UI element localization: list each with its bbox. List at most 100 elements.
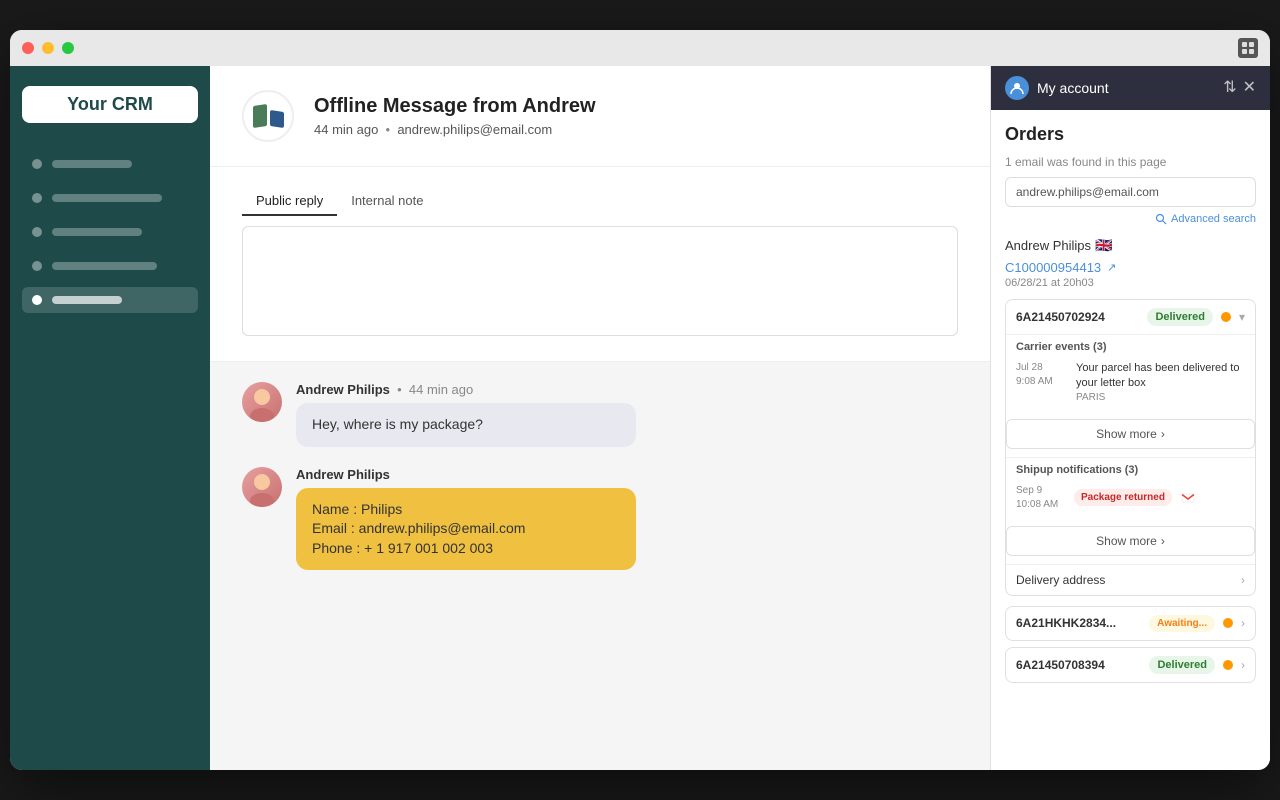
- message-row-1: Andrew Philips • 44 min ago Hey, where i…: [242, 382, 958, 447]
- sidebar-item-1[interactable]: [22, 151, 198, 177]
- status-dot-3: [1223, 660, 1233, 670]
- message-title: Offline Message from Andrew: [314, 95, 596, 118]
- carrier-events-section: Carrier events (3) Jul 28 9:08 AM Your p…: [1006, 334, 1255, 413]
- info-phone: Phone : + 1 917 001 002 003: [312, 539, 620, 559]
- shipup-event-1: Sep 9 10:08 AM Package returned: [1016, 484, 1245, 512]
- carrier-event-info: Your parcel has been delivered to your l…: [1076, 361, 1245, 403]
- sender-line-1: Andrew Philips • 44 min ago: [296, 382, 958, 397]
- carrier-event-location: PARIS: [1076, 392, 1245, 403]
- sidebar-item-5[interactable]: [22, 287, 198, 313]
- message-header-info: Offline Message from Andrew 44 min ago •…: [314, 95, 596, 137]
- panel-sort-button[interactable]: ⇅: [1223, 80, 1236, 96]
- sidebar-dot-2: [32, 193, 42, 203]
- order-ref-row: C100000954413 ↗: [1005, 260, 1256, 275]
- chevron-right-icon-2: ›: [1241, 616, 1245, 630]
- chevron-right-icon-shipup: ›: [1161, 534, 1165, 548]
- chevron-down-icon-1: ▾: [1239, 310, 1245, 324]
- sidebar-label-3: [52, 228, 142, 236]
- email-search-input[interactable]: [1005, 177, 1256, 207]
- panel-body: Orders 1 email was found in this page Ad…: [991, 110, 1270, 770]
- shipup-notifications-section: Shipup notifications (3) Sep 9 10:08 AM …: [1006, 457, 1255, 520]
- order-card-3: 6A21450708394 Delivered ›: [1005, 647, 1256, 683]
- order-tracking-3: 6A21450708394: [1016, 658, 1141, 672]
- panel-header: My account ⇅ ✕: [991, 66, 1270, 110]
- sidebar-dot-4: [32, 261, 42, 271]
- message-bubble-1: Hey, where is my package?: [296, 403, 636, 447]
- email-found-note: 1 email was found in this page: [1005, 155, 1256, 169]
- order-card-3-header[interactable]: 6A21450708394 Delivered ›: [1006, 648, 1255, 682]
- shipup-day: Sep 9: [1016, 484, 1066, 498]
- carrier-event-date-1: Jul 28 9:08 AM: [1016, 361, 1066, 403]
- carrier-events-title: Carrier events (3): [1016, 341, 1245, 353]
- message-row-2: Andrew Philips Name : Philips Email : an…: [242, 467, 958, 571]
- avatar-andrew-1: [242, 382, 282, 422]
- panel-title: My account: [1037, 80, 1215, 96]
- order-card-1-header[interactable]: 6A21450702924 Delivered ▾: [1006, 300, 1255, 334]
- sidebar-label-2: [52, 194, 162, 202]
- show-more-carrier-button[interactable]: Show more ›: [1006, 419, 1255, 449]
- app-icon: [1238, 38, 1258, 58]
- sidebar-dot-5: [32, 295, 42, 305]
- tab-internal-note[interactable]: Internal note: [337, 187, 437, 216]
- carrier-event-description: Your parcel has been delivered to your l…: [1076, 361, 1245, 392]
- sender-name-2: Andrew Philips: [296, 467, 390, 482]
- minimize-button[interactable]: [42, 42, 54, 54]
- reply-textbox[interactable]: [242, 226, 958, 336]
- sender-line-2: Andrew Philips: [296, 467, 958, 482]
- tab-public-reply[interactable]: Public reply: [242, 187, 337, 216]
- carrier-event-1: Jul 28 9:08 AM Your parcel has been deli…: [1016, 361, 1245, 403]
- sidebar-label-1: [52, 160, 132, 168]
- info-name: Name : Philips: [312, 500, 620, 520]
- close-button[interactable]: [22, 42, 34, 54]
- gmail-icon: [1180, 490, 1196, 506]
- external-link-icon: ↗: [1107, 261, 1116, 274]
- maximize-button[interactable]: [62, 42, 74, 54]
- panel-close-button[interactable]: ✕: [1243, 80, 1256, 96]
- message-bubble-info: Name : Philips Email : andrew.philips@em…: [296, 488, 636, 571]
- app-window: Your CRM: [10, 30, 1270, 770]
- carrier-event-day: Jul 28: [1016, 361, 1066, 375]
- show-more-shipup-button[interactable]: Show more ›: [1006, 526, 1255, 556]
- order-card-2-header[interactable]: 6A21HKHK2834... Awaiting... ›: [1006, 607, 1255, 640]
- shipup-date-1: Sep 9 10:08 AM: [1016, 484, 1066, 512]
- message-meta: 44 min ago • andrew.philips@email.com: [314, 122, 596, 137]
- sender-time-1: 44 min ago: [409, 382, 473, 397]
- logo-bar-green: [253, 104, 267, 128]
- sidebar-item-2[interactable]: [22, 185, 198, 211]
- sidebar: Your CRM: [10, 66, 210, 770]
- sidebar-item-3[interactable]: [22, 219, 198, 245]
- status-dot-1: [1221, 312, 1231, 322]
- order-card-1: 6A21450702924 Delivered ▾ Carrier events…: [1005, 299, 1256, 596]
- avatar-andrew-2: [242, 467, 282, 507]
- customer-flag: 🇬🇧: [1095, 237, 1112, 254]
- sidebar-label-5: [52, 296, 122, 304]
- status-badge-2: Awaiting...: [1149, 615, 1215, 632]
- order-date: 06/28/21 at 20h03: [1005, 277, 1256, 289]
- advanced-search-link[interactable]: Advanced search: [1005, 213, 1256, 225]
- message-header: Offline Message from Andrew 44 min ago •…: [210, 66, 990, 167]
- reply-area: Public reply Internal note: [210, 167, 990, 362]
- info-email: Email : andrew.philips@email.com: [312, 519, 620, 539]
- chevron-right-icon-delivery: ›: [1241, 573, 1245, 587]
- status-dot-2: [1223, 618, 1233, 628]
- sender-logo-avatar: [242, 90, 294, 142]
- shipup-title: Shipup notifications (3): [1016, 464, 1245, 476]
- status-badge-3: Delivered: [1149, 656, 1215, 674]
- search-icon: [1155, 213, 1167, 225]
- package-returned-badge: Package returned: [1074, 489, 1172, 506]
- titlebar: [10, 30, 1270, 66]
- message-content-2: Andrew Philips Name : Philips Email : an…: [296, 467, 958, 571]
- customer-name: Andrew Philips: [1005, 238, 1091, 253]
- crm-logo: Your CRM: [22, 86, 198, 123]
- delivery-address-row[interactable]: Delivery address ›: [1006, 564, 1255, 595]
- orders-section-title: Orders: [1005, 124, 1256, 145]
- panel-controls: ⇅ ✕: [1223, 80, 1256, 96]
- order-ref-link[interactable]: C100000954413: [1005, 260, 1101, 275]
- message-email: andrew.philips@email.com: [397, 122, 552, 137]
- shipup-time: 10:08 AM: [1016, 498, 1066, 512]
- order-card-2: 6A21HKHK2834... Awaiting... ›: [1005, 606, 1256, 641]
- customer-name-row: Andrew Philips 🇬🇧: [1005, 237, 1256, 254]
- delivery-address-label: Delivery address: [1016, 573, 1105, 587]
- sidebar-item-4[interactable]: [22, 253, 198, 279]
- message-content-1: Andrew Philips • 44 min ago Hey, where i…: [296, 382, 958, 447]
